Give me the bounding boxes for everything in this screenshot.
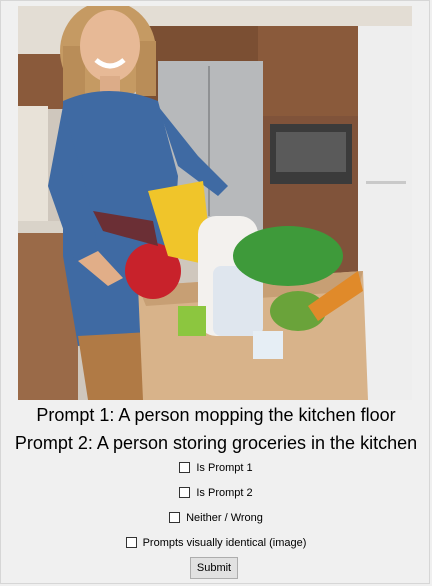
is-prompt-2-label[interactable]: Is Prompt 2: [196, 487, 252, 499]
grocery-photo: [18, 6, 412, 400]
submit-button[interactable]: Submit: [190, 557, 238, 579]
neither-wrong-checkbox[interactable]: [169, 512, 181, 523]
prompts-identical-option[interactable]: Prompts visually identical (image): [0, 537, 432, 549]
is-prompt-1-checkbox[interactable]: [179, 462, 191, 473]
prompt-1-text: Prompt 1: A person mopping the kitchen f…: [36, 405, 396, 425]
prompt-2-text: Prompt 2: A person storing groceries in …: [14, 433, 418, 453]
prompts-identical-label[interactable]: Prompts visually identical (image): [143, 537, 307, 549]
is-prompt-1-label[interactable]: Is Prompt 1: [196, 462, 252, 474]
is-prompt-1-option[interactable]: Is Prompt 1: [0, 462, 432, 474]
neither-wrong-option[interactable]: Neither / Wrong: [0, 512, 432, 524]
prompts-identical-checkbox[interactable]: [125, 537, 137, 548]
neither-wrong-label[interactable]: Neither / Wrong: [186, 512, 263, 524]
is-prompt-2-checkbox[interactable]: [179, 487, 191, 498]
is-prompt-2-option[interactable]: Is Prompt 2: [0, 487, 432, 499]
